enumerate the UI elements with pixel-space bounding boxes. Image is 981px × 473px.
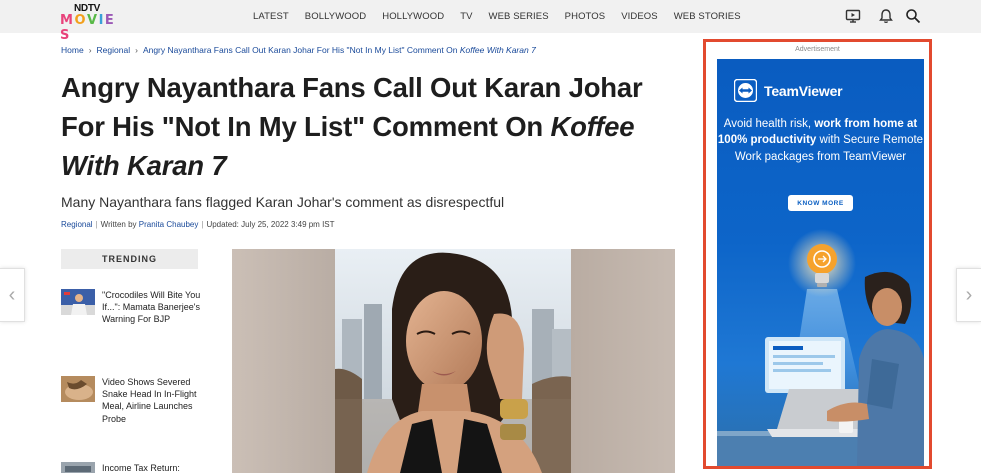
breadcrumb-home[interactable]: Home	[61, 45, 84, 55]
tv-live-icon[interactable]	[845, 8, 861, 24]
nav-tv[interactable]: TV	[460, 11, 472, 22]
breadcrumb-current: Angry Nayanthara Fans Call Out Karan Joh…	[142, 45, 460, 55]
nav-photos[interactable]: PHOTOS	[565, 11, 606, 22]
advertisement-label: Advertisement	[795, 46, 840, 53]
next-article-button[interactable]: ›	[956, 268, 981, 322]
article-byline: Regional | Written by Pranita Chaubey | Upda…	[61, 220, 335, 229]
article-title: Angry Nayanthara Fans Call Out Karan Joh…	[61, 68, 661, 185]
logo-movies-text: MOVIES	[60, 13, 116, 43]
know-more-button[interactable]: KNOW MORE	[788, 195, 853, 211]
trending-thumbnail[interactable]	[61, 462, 95, 473]
nav-videos[interactable]: VIDEOS	[621, 11, 658, 22]
trending-thumbnail[interactable]	[61, 376, 95, 402]
main-nav: LATEST BOLLYWOOD HOLLYWOOD TV WEB SERIES…	[253, 0, 757, 33]
chevron-left-icon: ‹	[8, 283, 16, 306]
nav-latest[interactable]: LATEST	[253, 11, 289, 22]
ad-copy: Avoid health risk, work from home at 100…	[717, 116, 924, 165]
breadcrumb-current-italic: Koffee With Karan 7	[459, 45, 536, 55]
written-by-label: Written by	[100, 220, 137, 229]
advertisement-frame[interactable]: Advertisement TeamViewer Avoid health ri…	[703, 39, 932, 469]
search-icon[interactable]	[905, 8, 921, 24]
ad-copy-line1: Avoid health risk,	[723, 118, 815, 130]
site-header: NDTV MOVIES LATEST BOLLYWOOD HOLLYWOOD T…	[0, 0, 981, 43]
author-link[interactable]: Pranita Chaubey	[139, 220, 199, 229]
article-main-image	[232, 249, 675, 473]
trending-title[interactable]: "Crocodiles Will Bite You If...": Mamata…	[102, 289, 202, 326]
article-subtitle: Many Nayanthara fans flagged Karan Johar…	[61, 194, 505, 210]
teamviewer-logo-icon	[733, 78, 758, 103]
nav-bollywood[interactable]: BOLLYWOOD	[305, 11, 366, 22]
trending-heading: TRENDING	[61, 249, 198, 269]
trending-thumbnail[interactable]	[61, 289, 95, 315]
chevron-right-icon: ›	[965, 283, 973, 306]
nav-hollywood[interactable]: HOLLYWOOD	[382, 11, 444, 22]
chevron-right-icon: ›	[88, 45, 92, 55]
ndtv-movies-logo[interactable]: NDTV MOVIES	[60, 3, 126, 43]
category-link[interactable]: Regional	[61, 220, 93, 229]
teamviewer-brand: TeamViewer	[764, 83, 843, 99]
previous-article-button[interactable]: ‹	[0, 268, 25, 322]
breadcrumb: Home › Regional › Angry Nayanthara Fans Call…	[61, 45, 536, 55]
trending-title[interactable]: Video Shows Severed Snake Head In In-Fli…	[102, 376, 202, 425]
breadcrumb-section[interactable]: Regional	[97, 45, 131, 55]
chevron-right-icon: ›	[135, 45, 138, 55]
nav-web-series[interactable]: WEB SERIES	[489, 11, 549, 22]
teamviewer-ad[interactable]: TeamViewer Avoid health risk, work from …	[717, 59, 924, 466]
bell-icon[interactable]	[878, 8, 894, 24]
updated-timestamp: Updated: July 25, 2022 3:49 pm IST	[206, 220, 335, 229]
trending-title[interactable]: Income Tax Return:	[102, 462, 202, 473]
nav-web-stories[interactable]: WEB STORIES	[674, 11, 741, 22]
